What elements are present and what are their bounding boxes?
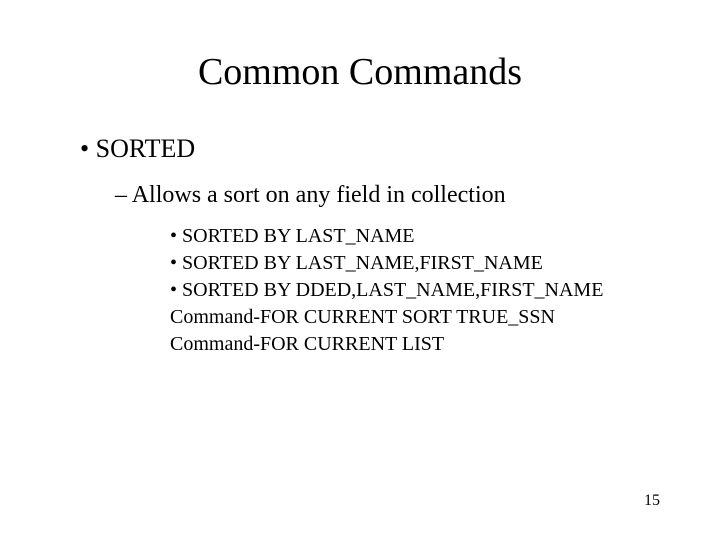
bullet-level2: Allows a sort on any field in collection: [115, 182, 660, 209]
slide-title: Common Commands: [60, 50, 660, 94]
bullet-level3-item: Command-FOR CURRENT LIST: [170, 331, 660, 358]
page-number: 15: [644, 492, 660, 510]
bullet-level3-item: SORTED BY LAST_NAME: [170, 223, 660, 250]
bullet-level3-item: Command-FOR CURRENT SORT TRUE_SSN: [170, 304, 660, 331]
bullet-level3-item: SORTED BY DDED,LAST_NAME,FIRST_NAME: [170, 277, 660, 304]
bullet-level1: SORTED: [80, 134, 660, 164]
bullet-level3-item: SORTED BY LAST_NAME,FIRST_NAME: [170, 250, 660, 277]
